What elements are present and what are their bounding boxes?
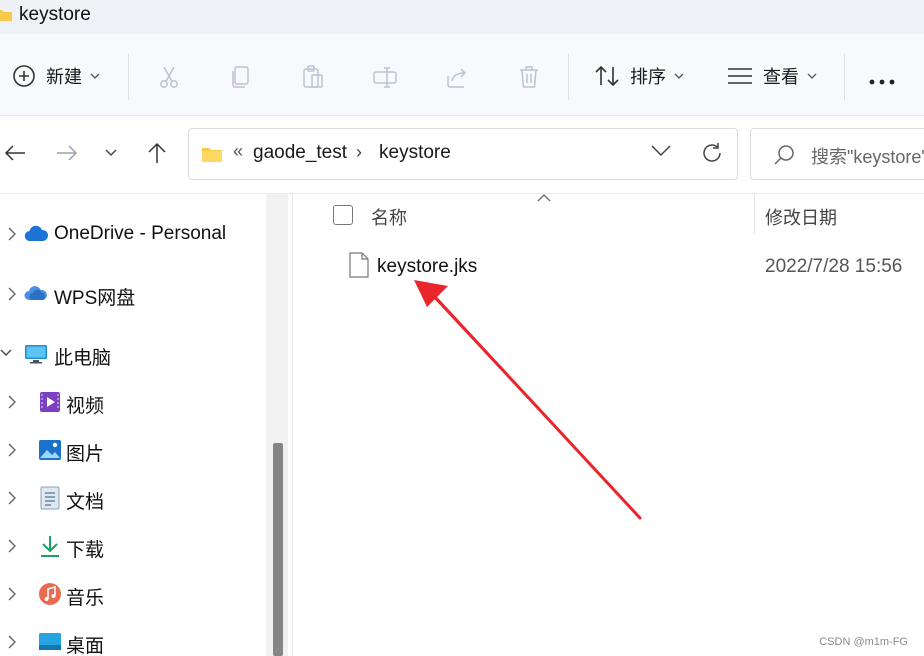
command-bar: 新建 排序 查看 [0,34,924,116]
sidebar-item-desktop[interactable]: 桌面 [0,622,260,656]
address-bar[interactable]: « gaode_test › keystore [188,128,738,180]
watermark: CSDN @m1m-FG [819,636,908,648]
chevron-right-icon[interactable] [8,635,16,649]
chevron-down-icon [105,149,117,156]
toolbar-separator [844,54,845,100]
file-row[interactable]: keystore.jks 2022/7/28 15:56 [333,246,924,286]
computer-icon [25,345,47,364]
desktop-icon [39,633,61,650]
picture-icon [39,440,61,460]
view-button-label: 查看 [763,67,799,87]
arrow-left-icon [4,145,25,161]
chevron-down-icon [807,73,817,79]
chevron-down-icon[interactable] [0,349,12,357]
arrow-up-icon [148,142,166,163]
search-input[interactable]: 搜索"keystore" [750,128,924,180]
breadcrumb-overflow[interactable]: « [233,141,243,162]
paste-icon[interactable] [300,64,326,90]
toolbar-separator [568,54,569,100]
file-list: 名称 修改日期 keystore.jks 2022/7/28 15:56 [293,194,924,656]
breadcrumb-segment[interactable]: gaode_test [253,142,347,164]
navigation-bar: « gaode_test › keystore 搜索"keystore" [0,116,924,194]
sidebar-item-music[interactable]: 音乐 [0,574,260,614]
sidebar-item-videos[interactable]: 视频 [0,382,260,422]
chevron-down-icon [674,73,684,79]
sidebar-item-label: 视频 [66,396,105,417]
new-button-label: 新建 [46,67,82,87]
chevron-right-icon[interactable] [8,491,16,505]
folder-icon [0,10,12,21]
sort-ascending-icon [537,194,551,202]
folder-icon [202,148,222,162]
chevron-down-icon[interactable] [651,145,671,157]
music-icon [39,583,61,605]
chevron-right-icon[interactable] [8,539,16,553]
delete-icon[interactable] [516,64,542,90]
view-list-icon [728,68,752,84]
breadcrumb-separator[interactable]: › [356,142,362,163]
sidebar-item-wps[interactable]: WPS网盘 [0,274,260,314]
file-name[interactable]: keystore.jks [377,256,477,278]
search-icon [774,145,794,165]
search-placeholder: 搜索"keystore" [811,147,924,167]
sort-icon [595,65,619,87]
sidebar-item-label: 桌面 [66,636,105,656]
sidebar-item-downloads[interactable]: 下载 [0,526,260,566]
sort-button-label: 排序 [630,67,666,87]
cut-icon[interactable] [156,64,182,90]
plus-circle-icon [13,65,35,87]
sidebar-item-onedrive[interactable]: OneDrive - Personal [0,214,260,254]
select-all-checkbox[interactable] [333,205,353,225]
share-icon[interactable] [444,64,470,90]
file-icon [349,252,369,278]
more-button[interactable] [868,58,896,106]
more-options-icon [869,79,895,85]
sort-button[interactable]: 排序 [594,52,684,100]
window-title: keystore [19,4,91,25]
sidebar-scrollbar-thumb[interactable] [273,443,283,656]
sidebar-item-label: 音乐 [66,588,105,609]
chevron-down-icon [90,73,100,79]
sidebar-item-documents[interactable]: 文档 [0,478,260,518]
sidebar-item-label: 文档 [66,492,105,513]
sidebar-item-this-pc[interactable]: 此电脑 [0,334,260,374]
chevron-right-icon[interactable] [8,395,16,409]
column-divider[interactable] [754,194,755,234]
chevron-right-icon[interactable] [8,287,16,301]
chevron-right-icon[interactable] [8,587,16,601]
download-icon [41,536,59,557]
document-icon [40,486,60,510]
back-button[interactable] [0,138,30,168]
cloud-icon [24,225,48,242]
chevron-right-icon[interactable] [8,227,16,241]
navigation-pane: OneDrive - Personal WPS网盘 此电脑 视频 图片 文档 下… [0,194,292,656]
sidebar-item-label: 此电脑 [54,348,112,369]
up-button[interactable] [142,138,172,168]
new-button[interactable]: 新建 [12,52,100,100]
recent-locations-button[interactable] [96,138,126,168]
column-header-name[interactable]: 名称 [371,204,407,230]
video-icon [40,392,60,412]
sidebar-item-label: OneDrive - Personal [54,223,227,244]
column-header-date[interactable]: 修改日期 [765,204,837,230]
toolbar-separator [128,54,129,100]
rename-icon[interactable] [372,64,398,90]
sidebar-item-label: 图片 [66,444,105,465]
sidebar-item-label: 下载 [66,540,105,561]
chevron-right-icon[interactable] [8,443,16,457]
breadcrumb-segment[interactable]: keystore [379,142,451,164]
title-bar: keystore [0,0,924,34]
wps-cloud-icon [24,286,47,300]
sidebar-item-pictures[interactable]: 图片 [0,430,260,470]
copy-icon[interactable] [228,64,254,90]
sidebar-item-label: WPS网盘 [54,288,136,309]
file-modified-date: 2022/7/28 15:56 [765,256,903,277]
refresh-icon[interactable] [701,142,723,164]
forward-button[interactable] [52,138,82,168]
view-button[interactable]: 查看 [727,52,817,100]
arrow-right-icon [57,145,78,161]
